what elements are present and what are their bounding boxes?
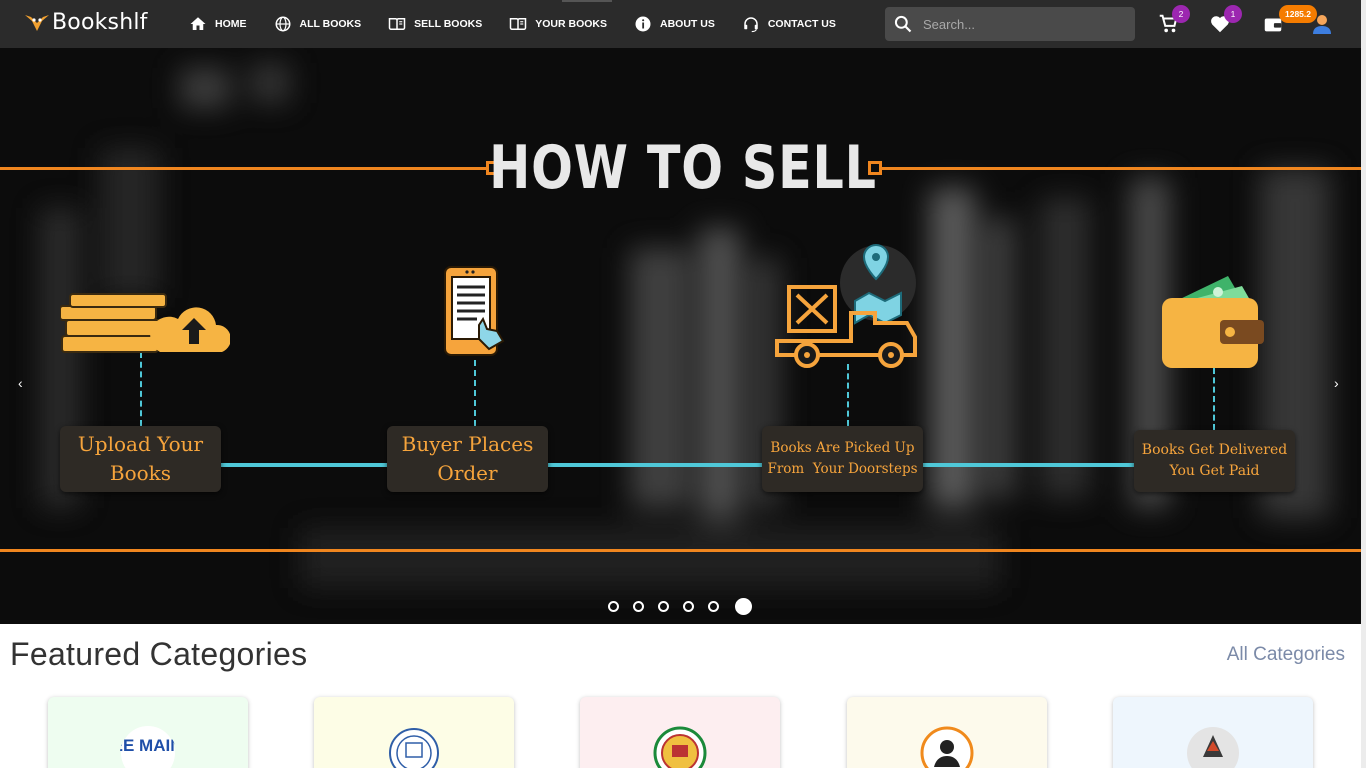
book-open-icon bbox=[388, 18, 406, 30]
delivery-truck-icon bbox=[775, 243, 917, 368]
all-categories-link[interactable]: All Categories bbox=[1227, 644, 1345, 666]
step-card-text: Books Get Delivered You Get Paid bbox=[1142, 440, 1287, 482]
category-card-5[interactable] bbox=[1113, 697, 1313, 768]
nav-sell-books[interactable]: SELL BOOKS bbox=[388, 15, 482, 33]
carousel-pagination bbox=[608, 598, 766, 615]
home-icon bbox=[190, 17, 206, 30]
step-2-line2: Order bbox=[437, 461, 498, 485]
nav-contact-us[interactable]: CONTACT US bbox=[742, 15, 836, 33]
avatar-icon bbox=[1313, 15, 1331, 34]
cart-button[interactable]: 2 bbox=[1156, 5, 1190, 36]
cart-count-badge: 2 bbox=[1172, 5, 1190, 23]
nav-your-books[interactable]: YOUR BOOKS bbox=[509, 15, 607, 33]
step-card-delivered-paid: Books Get Delivered You Get Paid bbox=[1134, 430, 1295, 492]
wallet-money-icon bbox=[1162, 276, 1264, 368]
search-input[interactable] bbox=[923, 16, 1123, 32]
category-emblem-icon bbox=[1187, 727, 1239, 768]
carousel-dot-1[interactable] bbox=[608, 601, 619, 612]
hero-title: HOW TO SELL bbox=[489, 133, 877, 203]
featured-categories-heading: Featured Categories bbox=[10, 636, 308, 672]
step-connector bbox=[474, 360, 476, 426]
category-card-4[interactable] bbox=[847, 697, 1047, 768]
wishlist-button[interactable]: 1 bbox=[1208, 5, 1242, 36]
jee-mains-logo-icon: JEE MAINS bbox=[120, 726, 176, 768]
institute-seal-icon bbox=[389, 728, 439, 768]
category-card-2[interactable] bbox=[314, 697, 514, 768]
search-icon[interactable] bbox=[893, 14, 913, 34]
hero-carousel: HOW TO SELL Upload Your Books Buyer Plac… bbox=[0, 48, 1361, 624]
brand-logo[interactable]: Bookshlf bbox=[24, 10, 148, 35]
carousel-dot-4[interactable] bbox=[683, 601, 694, 612]
step-connector bbox=[140, 352, 142, 426]
hero-bottom-line bbox=[0, 549, 1361, 552]
step-4-line1: Books Get Delivered bbox=[1141, 442, 1288, 458]
page-scrollbar[interactable] bbox=[1361, 0, 1366, 768]
carousel-dot-2[interactable] bbox=[633, 601, 644, 612]
wishlist-count-badge: 1 bbox=[1224, 5, 1242, 23]
nav-all-books-label: ALL BOOKS bbox=[299, 18, 362, 30]
nav-sell-books-label: SELL BOOKS bbox=[414, 18, 483, 30]
carousel-dot-3[interactable] bbox=[658, 601, 669, 612]
step-1-line1: Upload Your bbox=[77, 432, 204, 456]
nav-home-label: HOME bbox=[215, 18, 247, 30]
info-icon bbox=[635, 16, 651, 32]
books-cloud-upload-icon bbox=[60, 293, 230, 353]
phone-order-icon bbox=[444, 266, 505, 356]
owl-logo-icon bbox=[25, 14, 49, 31]
search-bar bbox=[885, 7, 1135, 41]
carousel-prev-arrow[interactable]: ‹ bbox=[18, 375, 23, 391]
nav-about-us-label: ABOUT US bbox=[660, 18, 715, 30]
jee-mains-logo-text: JEE MAINS bbox=[120, 736, 176, 755]
carousel-dot-5[interactable] bbox=[708, 601, 719, 612]
step-3-line1: Books Are Picked Up bbox=[770, 440, 915, 456]
wallet-button[interactable]: 1285.2 bbox=[1261, 5, 1317, 36]
nav-about-us[interactable]: ABOUT US bbox=[634, 15, 715, 33]
step-card-text: Books Are Picked Up From Your Doorsteps bbox=[767, 438, 917, 480]
step-card-text: Buyer Places Order bbox=[402, 430, 534, 488]
category-card-3[interactable] bbox=[580, 697, 780, 768]
step-4-line2: You Get Paid bbox=[1169, 463, 1260, 479]
brand-name: Bookshlf bbox=[52, 10, 148, 35]
step-1-line2: Books bbox=[109, 461, 172, 485]
top-navbar: Bookshlf HOME ALL BOOKS SELL BOOKS YOUR … bbox=[0, 0, 1366, 48]
user-avatar-button[interactable] bbox=[1310, 12, 1334, 36]
step-3-line2: From Your Doorsteps bbox=[767, 461, 918, 477]
headset-icon bbox=[744, 17, 758, 33]
book-open-icon bbox=[509, 18, 527, 30]
page: Bookshlf HOME ALL BOOKS SELL BOOKS YOUR … bbox=[0, 0, 1366, 768]
nav-all-books[interactable]: ALL BOOKS bbox=[274, 15, 362, 33]
nav-contact-us-label: CONTACT US bbox=[767, 18, 836, 30]
globe-icon bbox=[275, 16, 290, 32]
nav-links: HOME ALL BOOKS SELL BOOKS YOUR BOOKS ABO… bbox=[189, 0, 863, 48]
step-card-upload: Upload Your Books bbox=[60, 426, 221, 492]
category-card-jee-mains[interactable]: JEE MAINS bbox=[48, 697, 248, 768]
school-board-seal-icon bbox=[653, 726, 707, 768]
carousel-next-arrow[interactable]: › bbox=[1334, 375, 1339, 391]
step-connector bbox=[1213, 368, 1215, 430]
step-2-line1: Buyer Places bbox=[401, 432, 534, 456]
medical-exam-logo-icon bbox=[920, 726, 974, 768]
carousel-dot-6-active[interactable] bbox=[735, 598, 752, 615]
nav-your-books-label: YOUR BOOKS bbox=[535, 18, 607, 30]
step-card-text: Upload Your Books bbox=[78, 430, 203, 488]
steps-timeline bbox=[220, 463, 1135, 467]
step-connector bbox=[847, 364, 849, 426]
step-card-buyer-order: Buyer Places Order bbox=[387, 426, 548, 492]
step-card-pickup: Books Are Picked Up From Your Doorsteps bbox=[762, 426, 923, 492]
nav-home[interactable]: HOME bbox=[189, 15, 247, 33]
